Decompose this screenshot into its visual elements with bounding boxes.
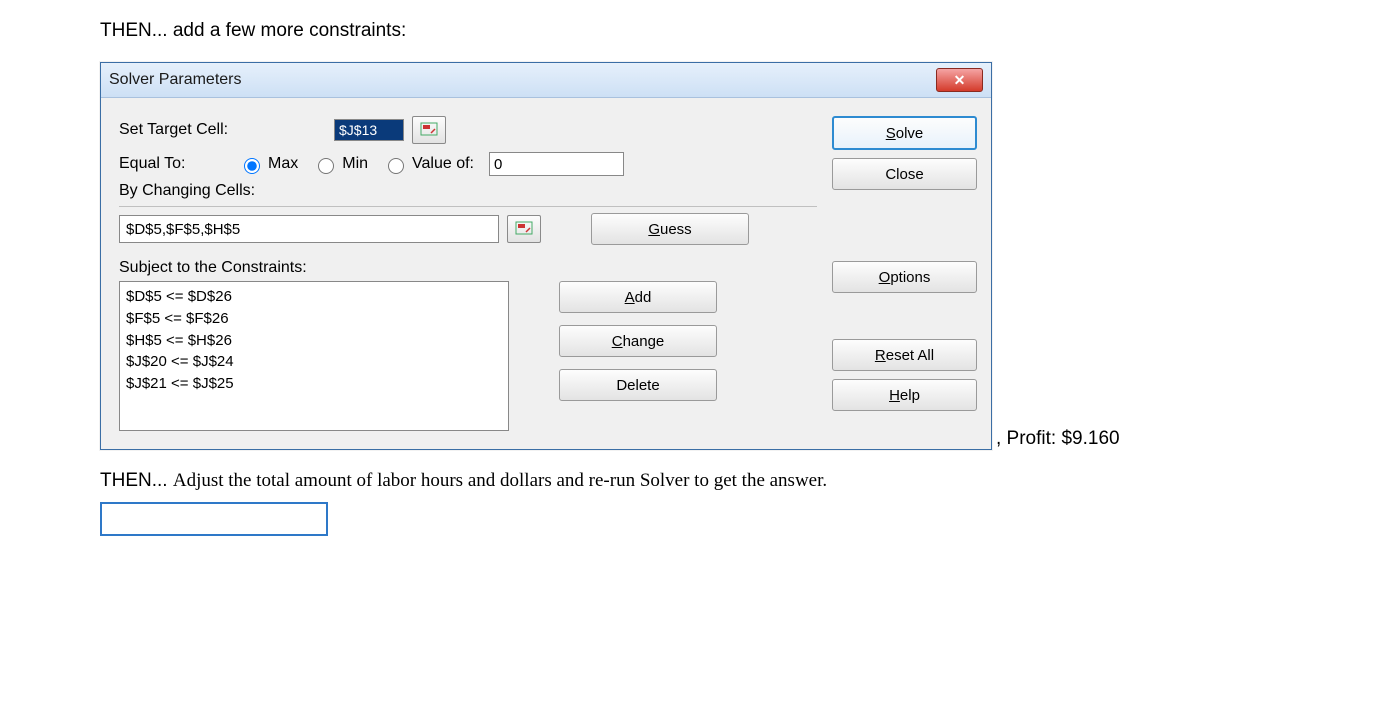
titlebar: Solver Parameters ✕ <box>101 63 991 98</box>
radio-max-label: Max <box>268 155 298 173</box>
radio-min[interactable]: Min <box>313 155 368 174</box>
answer-input[interactable] <box>100 502 328 536</box>
constraint-item[interactable]: $J$21 <= $J$25 <box>126 373 502 395</box>
add-button[interactable]: Add <box>559 281 717 313</box>
intro-text: THEN... add a few more constraints: <box>100 20 1286 42</box>
close-button[interactable]: Close <box>832 158 977 190</box>
constraint-item[interactable]: $J$20 <= $J$24 <box>126 351 502 373</box>
radio-min-label: Min <box>342 155 368 173</box>
delete-button[interactable]: Delete <box>559 369 717 401</box>
reset-all-button[interactable]: Reset All <box>832 339 977 371</box>
target-cell-label: Set Target Cell: <box>119 121 334 139</box>
target-cell-input[interactable] <box>334 119 404 141</box>
close-icon: ✕ <box>954 72 966 89</box>
target-cell-ref-button[interactable] <box>412 116 446 144</box>
dialog-title: Solver Parameters <box>109 71 242 89</box>
guess-button[interactable]: Guess <box>591 213 749 245</box>
changing-cells-ref-button[interactable] <box>507 215 541 243</box>
constraints-listbox[interactable]: $D$5 <= $D$26 $F$5 <= $F$26 $H$5 <= $H$2… <box>119 281 509 431</box>
solve-button[interactable]: Solve <box>832 116 977 150</box>
valueof-input[interactable] <box>489 152 624 176</box>
constraint-item[interactable]: $H$5 <= $H$26 <box>126 330 502 352</box>
radio-min-input[interactable] <box>318 158 334 174</box>
outro-text: THEN... Adjust the total amount of labor… <box>100 470 1286 492</box>
profit-note: , Profit: $9.160 <box>996 428 1120 450</box>
collapse-dialog-icon <box>515 221 533 238</box>
change-button[interactable]: Change <box>559 325 717 357</box>
constraint-item[interactable]: $D$5 <= $D$26 <box>126 286 502 308</box>
constraint-item[interactable]: $F$5 <= $F$26 <box>126 308 502 330</box>
solver-dialog: Solver Parameters ✕ Set Target Cell: <box>100 62 992 450</box>
help-button[interactable]: Help <box>832 379 977 411</box>
constraints-label: Subject to the Constraints: <box>119 259 817 277</box>
window-close-button[interactable]: ✕ <box>936 68 983 92</box>
radio-max-input[interactable] <box>244 158 260 174</box>
by-changing-label: By Changing Cells: <box>119 182 817 200</box>
radio-valueof-input[interactable] <box>388 158 404 174</box>
collapse-dialog-icon <box>420 122 438 139</box>
radio-max[interactable]: Max <box>239 155 298 174</box>
radio-valueof[interactable]: Value of: <box>383 155 474 174</box>
changing-cells-input[interactable] <box>119 215 499 243</box>
options-button[interactable]: Options <box>832 261 977 293</box>
radio-valueof-label: Value of: <box>412 155 474 173</box>
equal-to-label: Equal To: <box>119 155 224 173</box>
